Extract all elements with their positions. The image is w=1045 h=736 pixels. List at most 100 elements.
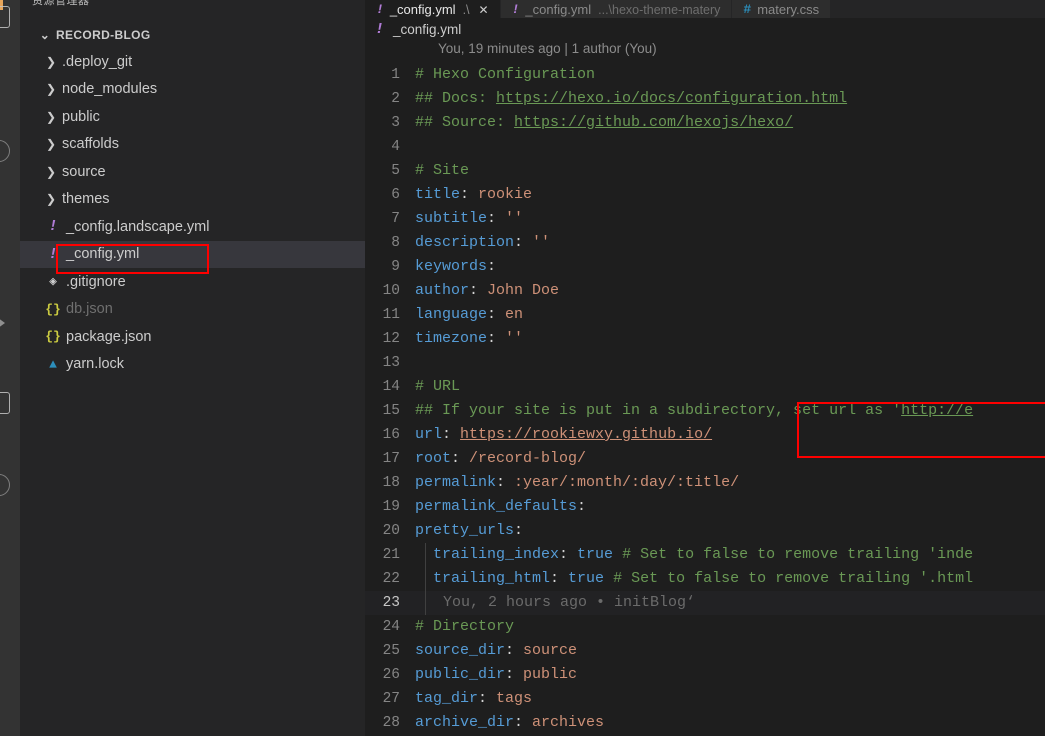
code-token: # Hexo Configuration	[415, 66, 596, 83]
code-token: :	[559, 546, 578, 563]
tree-folder-deploy-git[interactable]: ❯ .deploy_git	[20, 48, 365, 76]
tree-root-label: RECORD-BLOG	[56, 28, 151, 42]
code-line-10[interactable]: 10 author: John Doe	[365, 279, 1045, 303]
code-editor[interactable]: 1 # Hexo Configuration 2 ## Docs: https://h…	[365, 63, 1045, 735]
tree-folder-public[interactable]: ❯ public	[20, 103, 365, 131]
code-line-12[interactable]: 12 timezone: ''	[365, 327, 1045, 351]
code-token: # Set to false to remove trailing '.html	[604, 570, 974, 587]
code-token: archives	[532, 714, 605, 731]
tree-file-gitignore[interactable]: ◈ .gitignore	[20, 268, 365, 296]
tree-file-db-json[interactable]: {} db.json	[20, 296, 365, 324]
code-line-17[interactable]: 17 root: /record-blog/	[365, 447, 1045, 471]
code-token: John Doe	[487, 282, 560, 299]
editor-tab-matery-css[interactable]: # matery.css	[732, 0, 832, 18]
indent-guide	[425, 567, 426, 591]
yaml-file-icon: !	[48, 245, 58, 263]
code-line-text: description: ''	[412, 231, 550, 255]
code-line-6[interactable]: 6 title: rookie	[365, 183, 1045, 207]
code-line-27[interactable]: 27 tag_dir: tags	[365, 687, 1045, 711]
git-file-icon: ◈	[49, 274, 57, 290]
tree-item-label: node_modules	[62, 81, 158, 98]
line-number: 19	[382, 499, 400, 515]
code-token: permalink_defaults	[415, 498, 578, 515]
source-control-icon[interactable]	[0, 318, 5, 328]
code-token: archive_dir	[415, 714, 515, 731]
breadcrumb[interactable]: ! _config.yml	[365, 18, 1045, 41]
code-line-text: # URL	[412, 375, 460, 399]
code-line-20[interactable]: 20 pretty_urls:	[365, 519, 1045, 543]
code-line-11[interactable]: 11 language: en	[365, 303, 1045, 327]
code-line-4[interactable]: 4	[365, 135, 1045, 159]
tree-folder-themes[interactable]: ❯ themes	[20, 186, 365, 214]
chevron-right-icon: ❯	[45, 164, 57, 179]
code-token: # URL	[415, 378, 461, 395]
tree-folder-node-modules[interactable]: ❯ node_modules	[20, 76, 365, 104]
code-line-3[interactable]: 3 ## Source: https://github.com/hexojs/he…	[365, 111, 1045, 135]
code-line-text: trailing_html: true # Set to false to re…	[412, 567, 973, 591]
code-line-text: pretty_urls:	[412, 519, 523, 543]
code-line-text: keywords:	[412, 255, 496, 279]
code-token: subtitle	[415, 210, 488, 227]
tree-file-yarn-lock[interactable]: ▲ yarn.lock	[20, 351, 365, 379]
tree-folder-source[interactable]: ❯ source	[20, 158, 365, 186]
code-token: http://e	[901, 402, 974, 419]
extensions-icon[interactable]	[0, 474, 10, 496]
line-number: 2	[391, 91, 400, 107]
code-line-text: permalink: :year/:month/:day/:title/	[412, 471, 739, 495]
close-icon[interactable]: ✕	[479, 3, 489, 17]
indent-guide	[425, 543, 426, 567]
code-line-text: ## If your site is put in a subdirectory…	[412, 399, 973, 423]
code-line-5[interactable]: 5 # Site	[365, 159, 1045, 183]
explorer-icon[interactable]	[0, 6, 10, 28]
code-line-15[interactable]: 15 ## If your site is put in a subdirecto…	[365, 399, 1045, 423]
code-line-24[interactable]: 24 # Directory	[365, 615, 1045, 639]
tree-file-config-landscape-yml[interactable]: ! _config.landscape.yml	[20, 213, 365, 241]
code-token: :	[550, 570, 569, 587]
code-line-text: timezone: ''	[412, 327, 523, 351]
code-token: true	[568, 570, 605, 587]
code-token: :	[514, 714, 533, 731]
tree-folder-scaffolds[interactable]: ❯ scaffolds	[20, 131, 365, 159]
tree-file-config-yml[interactable]: ! _config.yml	[20, 240, 365, 268]
line-number: 22	[382, 571, 400, 587]
code-line-13[interactable]: 13	[365, 351, 1045, 375]
code-line-text: permalink_defaults:	[412, 495, 586, 519]
code-line-2[interactable]: 2 ## Docs: https://hexo.io/docs/configura…	[365, 87, 1045, 111]
code-line-9[interactable]: 9 keywords:	[365, 255, 1045, 279]
code-token: tags	[496, 690, 533, 707]
tree-file-package-json[interactable]: {} package.json	[20, 323, 365, 351]
more-actions-icon[interactable]: ···	[333, 0, 351, 6]
code-line-text: url: https://rookiewxy.github.io/	[412, 423, 712, 447]
line-number: 28	[382, 715, 400, 731]
code-line-7[interactable]: 7 subtitle: ''	[365, 207, 1045, 231]
code-token: # Site	[415, 162, 470, 179]
editor-tab--config-yml[interactable]: ! _config.yml .\ ✕	[365, 0, 501, 18]
code-token: https://hexo.io/docs/configuration.html	[496, 90, 848, 107]
explorer-sidebar: 资源管理器 ··· ⌄ RECORD-BLOG ❯ .deploy_git ❯ node_…	[20, 0, 365, 736]
code-line-21[interactable]: 21 trailing_index: true # Set to false t…	[365, 543, 1045, 567]
editor-tab--config-yml[interactable]: ! _config.yml ...\hexo-theme-matery	[500, 0, 733, 18]
code-line-26[interactable]: 26 public_dir: public	[365, 663, 1045, 687]
code-token: ## Source:	[415, 114, 515, 131]
code-line-1[interactable]: 1 # Hexo Configuration	[365, 63, 1045, 87]
line-number: 14	[382, 379, 400, 395]
line-number: 25	[382, 643, 400, 659]
code-line-18[interactable]: 18 permalink: :year/:month/:day/:title/	[365, 471, 1045, 495]
code-line-28[interactable]: 28 archive_dir: archives	[365, 711, 1045, 735]
tree-item-label: db.json	[66, 301, 113, 318]
code-line-text: # Directory	[412, 615, 514, 639]
breadcrumb-label[interactable]: _config.yml	[393, 22, 461, 37]
code-line-22[interactable]: 22 trailing_html: true # Set to false to…	[365, 567, 1045, 591]
code-line-23[interactable]: 23 You, 2 hours ago • initBlog‘	[365, 591, 1045, 615]
code-line-25[interactable]: 25 source_dir: source	[365, 639, 1045, 663]
code-line-16[interactable]: 16 url: https://rookiewxy.github.io/	[365, 423, 1045, 447]
tree-root-record-blog[interactable]: ⌄ RECORD-BLOG	[20, 22, 365, 48]
run-debug-icon[interactable]	[0, 392, 10, 414]
code-line-8[interactable]: 8 description: ''	[365, 231, 1045, 255]
search-icon[interactable]	[0, 140, 10, 162]
code-line-19[interactable]: 19 permalink_defaults:	[365, 495, 1045, 519]
code-line-14[interactable]: 14 # URL	[365, 375, 1045, 399]
line-number: 15	[382, 403, 400, 419]
css-file-icon: #	[743, 2, 752, 17]
line-number: 4	[391, 139, 400, 155]
